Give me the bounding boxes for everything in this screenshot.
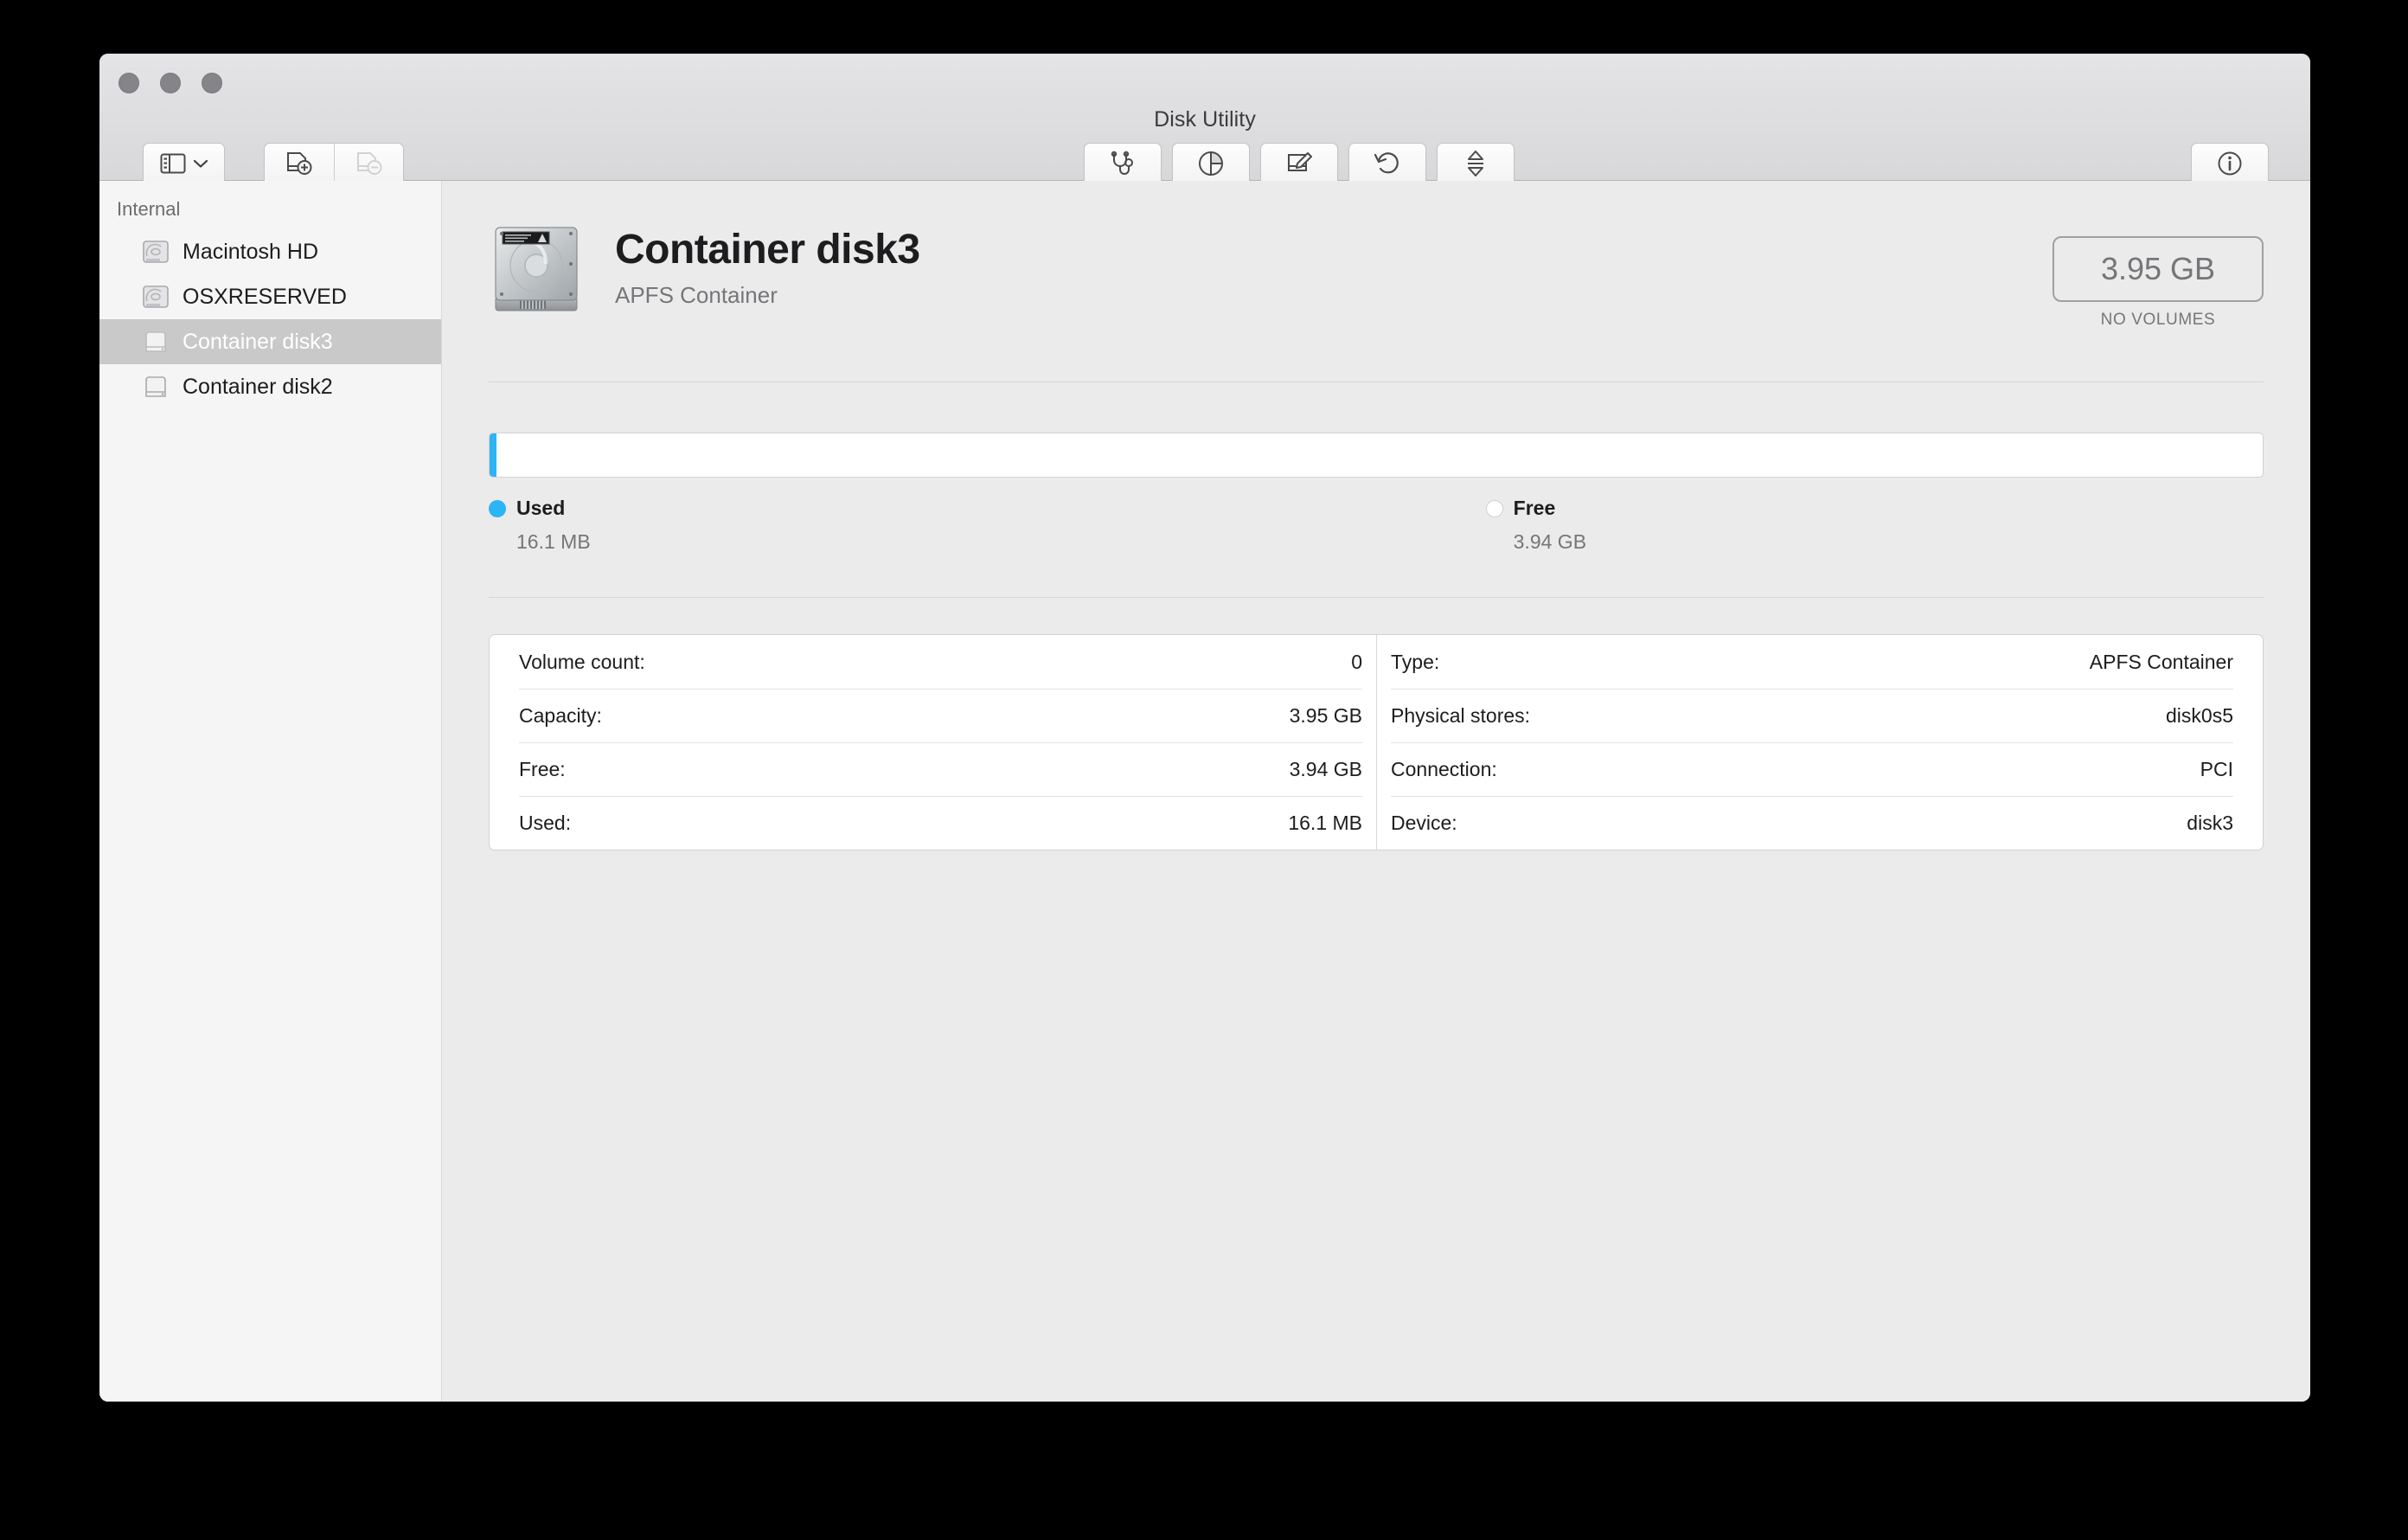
volume-add-icon — [285, 151, 314, 181]
legend-value-free: 3.94 GB — [1513, 530, 1587, 553]
page-title: Container disk3 — [615, 227, 920, 273]
stethoscope-icon — [1108, 151, 1137, 181]
capacity-summary: 3.95 GB NO VOLUMES — [2053, 217, 2264, 330]
details-value: 16.1 MB — [1288, 812, 1362, 834]
details-row: Device: disk3 — [1391, 796, 2233, 850]
usage-bar — [489, 433, 2264, 478]
internal-disk-icon — [141, 239, 170, 265]
details-key: Physical stores: — [1391, 704, 1531, 727]
details-panel: Volume count: 0 Capacity: 3.95 GB Free: … — [489, 634, 2264, 850]
pie-chart-icon — [1197, 150, 1225, 182]
mount-icon — [1464, 150, 1487, 182]
sidebar-item-label: Container disk2 — [183, 374, 333, 399]
details-key: Capacity: — [519, 704, 602, 727]
details-key: Volume count: — [519, 650, 645, 673]
legend-swatch-free — [1485, 499, 1503, 517]
details-row: Type: APFS Container — [1391, 635, 2233, 689]
window-body: Internal Macintosh HD OSXRESERVED Contai… — [99, 181, 2310, 1402]
details-value: disk3 — [2187, 812, 2233, 834]
sidebar-icon — [160, 152, 186, 179]
restore-icon — [1374, 150, 1401, 182]
details-row: Used: 16.1 MB — [519, 796, 1362, 850]
details-key: Device: — [1391, 812, 1457, 834]
info-circle-icon — [2216, 150, 2244, 182]
hard-drive-icon — [489, 221, 584, 316]
legend-swatch-used — [489, 499, 506, 517]
close-button[interactable] — [118, 73, 139, 93]
details-value: disk0s5 — [2166, 704, 2233, 727]
sidebar-item-label: Container disk3 — [183, 329, 333, 354]
disk-header: Container disk3 APFS Container 3.95 GB N… — [489, 181, 2264, 330]
legend-label-free: Free — [1513, 497, 1556, 519]
details-column-left: Volume count: 0 Capacity: 3.95 GB Free: … — [505, 635, 1376, 850]
capacity-badge: 3.95 GB — [2053, 236, 2264, 302]
disk-header-text: Container disk3 APFS Container — [615, 217, 920, 309]
sidebar: Internal Macintosh HD OSXRESERVED Contai… — [99, 181, 442, 1402]
sidebar-item-macintosh-hd[interactable]: Macintosh HD — [99, 229, 441, 274]
page-subtitle: APFS Container — [615, 281, 778, 308]
divider-bottom — [489, 597, 2264, 598]
details-row: Capacity: 3.95 GB — [519, 689, 1362, 742]
legend-label-used: Used — [516, 497, 566, 519]
details-column-right: Type: APFS Container Physical stores: di… — [1376, 635, 2247, 850]
capacity-caption: NO VOLUMES — [2100, 311, 2216, 329]
details-row: Physical stores: disk0s5 — [1391, 689, 2233, 742]
minimize-button[interactable] — [160, 73, 181, 93]
chevron-down-icon — [193, 157, 208, 173]
details-row: Connection: PCI — [1391, 742, 2233, 796]
volume-remove-icon — [355, 151, 384, 181]
traffic-lights — [118, 73, 222, 93]
container-disk-icon — [141, 374, 170, 400]
internal-disk-icon — [141, 284, 170, 310]
details-key: Used: — [519, 812, 572, 834]
usage-bar-used-segment — [490, 433, 497, 477]
sidebar-section-internal: Internal — [117, 198, 181, 220]
sidebar-item-container-disk3[interactable]: Container disk3 — [99, 319, 441, 364]
details-key: Type: — [1391, 650, 1440, 673]
details-key: Free: — [519, 758, 566, 780]
container-disk-icon — [141, 329, 170, 355]
erase-icon — [1284, 151, 1314, 181]
disk-utility-window: Disk Utility Internal Macintosh HD OSXRE… — [99, 54, 2310, 1402]
details-value: PCI — [2200, 758, 2233, 780]
details-value: 3.94 GB — [1289, 758, 1362, 780]
zoom-button[interactable] — [202, 73, 222, 93]
details-key: Connection: — [1391, 758, 1497, 780]
sidebar-item-label: Macintosh HD — [183, 239, 318, 264]
toolbar: Disk Utility — [99, 54, 2310, 216]
details-value: 3.95 GB — [1289, 704, 1362, 727]
window-title: Disk Utility — [1154, 107, 1256, 132]
sidebar-item-osxreserved[interactable]: OSXRESERVED — [99, 274, 441, 319]
legend-item-used: Used 16.1 MB — [489, 497, 591, 554]
details-value: 0 — [1351, 650, 1362, 673]
sidebar-item-label: OSXRESERVED — [183, 284, 347, 309]
details-row: Volume count: 0 — [519, 635, 1362, 689]
details-row: Free: 3.94 GB — [519, 742, 1362, 796]
main-pane: Container disk3 APFS Container 3.95 GB N… — [442, 181, 2310, 1402]
sidebar-item-container-disk2[interactable]: Container disk2 — [99, 364, 441, 409]
legend-item-free: Free 3.94 GB — [1485, 497, 1587, 554]
details-value: APFS Container — [2089, 650, 2233, 673]
usage-legend: Used 16.1 MB Free 3.94 GB — [489, 497, 2264, 554]
legend-value-used: 16.1 MB — [516, 530, 591, 553]
